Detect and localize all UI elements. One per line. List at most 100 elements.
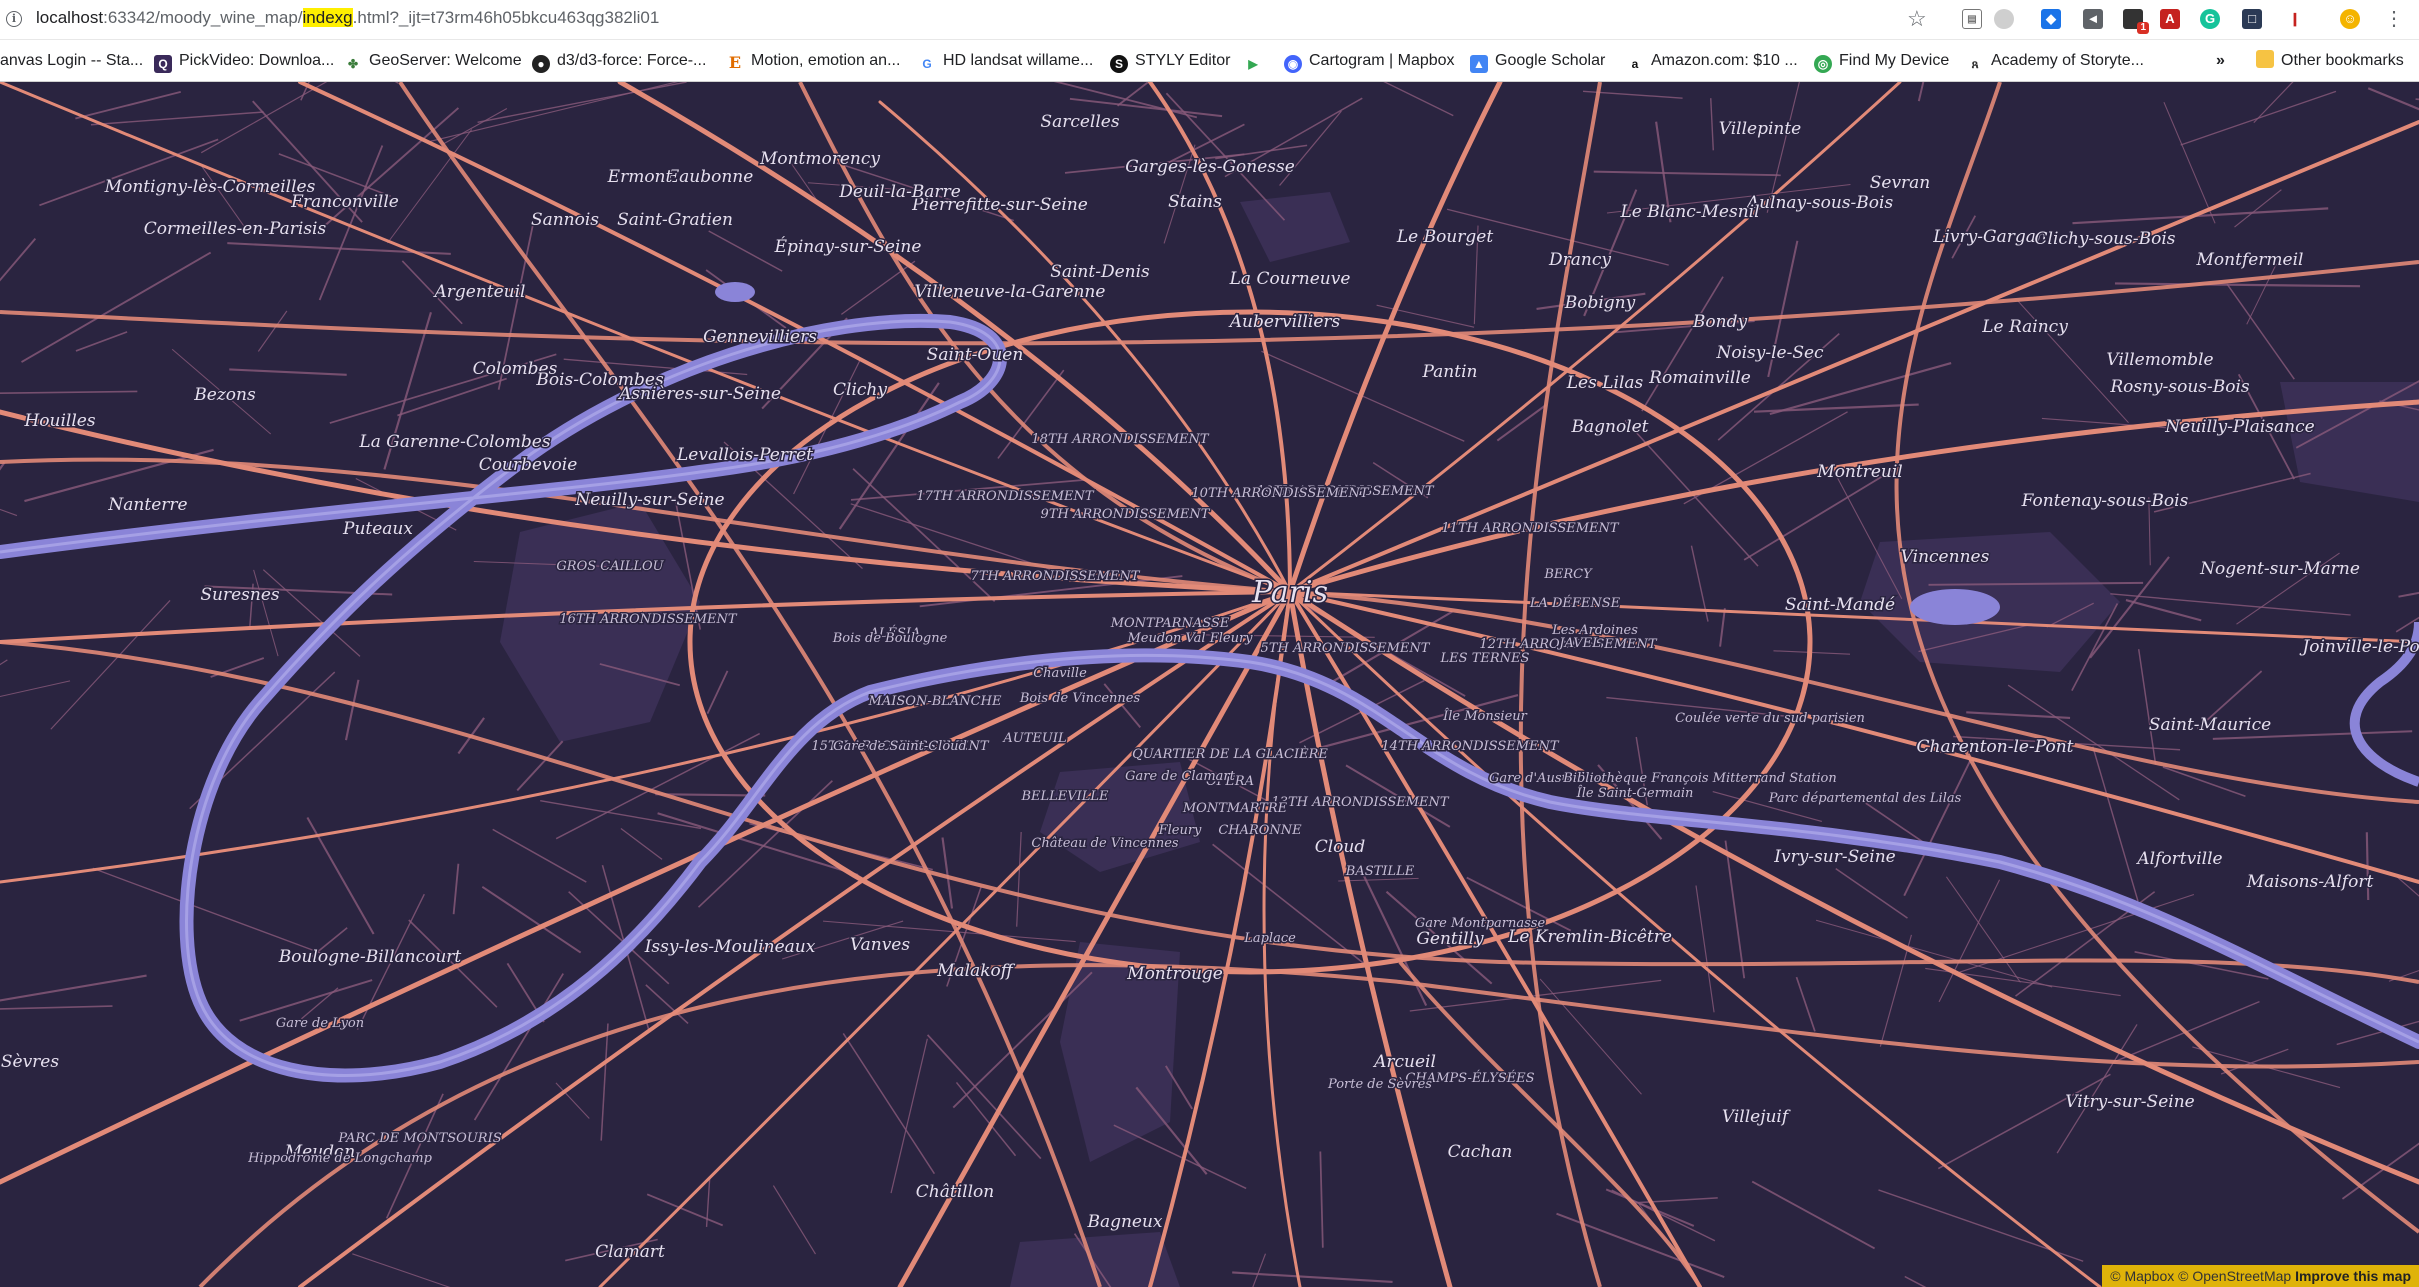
megaphone-extension-icon[interactable]: ◄ bbox=[2083, 9, 2103, 29]
place-label: Boulogne-Billancourt bbox=[278, 947, 462, 967]
place-label: Vitry-sur-Seine bbox=[2065, 1092, 2194, 1112]
minor-road bbox=[1945, 876, 2021, 983]
bookmark-motion-emotion[interactable]: E Motion, emotion an... bbox=[726, 50, 900, 72]
place-label: Bondy bbox=[1692, 312, 1748, 332]
bookmark-styly[interactable]: S STYLY Editor bbox=[1110, 50, 1230, 73]
minor-road bbox=[706, 670, 729, 715]
document-extension-icon[interactable]: ▤ bbox=[1962, 9, 1982, 29]
bookmark-star-icon[interactable]: ☆ bbox=[1907, 6, 1927, 32]
map-canvas[interactable]: Paris Argenteuil Saint-Denis Aubervilliers P… bbox=[0, 82, 2419, 1287]
bookmarks-bar: anvas Login -- Sta... Q PickVideo: Downlo… bbox=[0, 40, 2419, 82]
place-label: La Garenne-Colombes bbox=[358, 432, 550, 452]
place-label: Porte de Sèvres bbox=[1327, 1077, 1432, 1092]
bookmark-amazon[interactable]: a Amazon.com: $10 ... bbox=[1626, 50, 1798, 73]
bookmarks-overflow-chevron[interactable]: » bbox=[2216, 50, 2225, 72]
place-label: Nogent-sur-Marne bbox=[2199, 559, 2360, 579]
acrobat-extension-icon[interactable]: A bbox=[2160, 9, 2180, 29]
minor-road bbox=[1751, 1180, 1876, 1250]
osm-attribution-link[interactable]: © OpenStreetMap bbox=[2178, 1268, 2291, 1284]
minor-road bbox=[600, 1023, 609, 1141]
bookmark-label: PickVideo: Downloa... bbox=[179, 52, 335, 69]
other-bookmarks-folder[interactable]: Other bookmarks bbox=[2256, 50, 2404, 72]
place-label: Château de Vincennes bbox=[1031, 836, 1178, 851]
place-label: Gare de Saint-Cloud bbox=[833, 739, 967, 754]
place-label: Gare Montparnasse bbox=[1415, 916, 1546, 931]
profile-avatar-icon[interactable]: ☺ bbox=[2340, 9, 2360, 29]
bookmark-google-scholar[interactable]: ▲ Google Scholar bbox=[1470, 50, 1606, 73]
place-label: Laplace bbox=[1243, 931, 1296, 946]
bookmark-d3-force[interactable]: ● d3/d3-force: Force-... bbox=[532, 50, 706, 73]
bookmark-canvas[interactable]: anvas Login -- Sta... bbox=[0, 50, 143, 72]
minor-road bbox=[0, 508, 18, 517]
mapbox-attribution-link[interactable]: © Mapbox bbox=[2110, 1268, 2174, 1284]
place-label: Charenton-le-Pont bbox=[1917, 737, 2074, 757]
place-label: Vincennes bbox=[1901, 547, 1990, 567]
minor-road bbox=[2246, 263, 2277, 325]
bookmark-label: Google Scholar bbox=[1495, 52, 1606, 69]
place-label: Cormeilles-en-Parisis bbox=[144, 219, 327, 239]
minor-road bbox=[2163, 101, 2216, 224]
minor-road bbox=[0, 680, 71, 698]
map-svg[interactable]: Paris Argenteuil Saint-Denis Aubervilliers P… bbox=[0, 82, 2419, 1287]
info-icon[interactable]: i bbox=[6, 11, 22, 27]
minor-road bbox=[516, 740, 564, 792]
minor-road bbox=[1695, 885, 1715, 1013]
blue-extension-icon[interactable]: ◆ bbox=[2041, 9, 2061, 29]
place-label: Ivry-sur-Seine bbox=[1773, 847, 1896, 867]
major-road bbox=[1288, 590, 2102, 1287]
circle-extension-icon[interactable] bbox=[1994, 9, 2014, 29]
bookmark-cartogram[interactable]: ◉ Cartogram | Mapbox bbox=[1284, 50, 1455, 73]
place-label: Noisy-le-Sec bbox=[1715, 343, 1824, 363]
place-label: AUTEUIL bbox=[1002, 731, 1066, 746]
place-label: Bagneux bbox=[1086, 1212, 1162, 1232]
improve-map-link[interactable]: Improve this map bbox=[2295, 1268, 2411, 1284]
minor-road bbox=[300, 987, 339, 1020]
place-label: 11TH ARRONDISSEMENT bbox=[1441, 521, 1619, 536]
place-label: Courbevoie bbox=[479, 455, 578, 475]
place-label: Aulnay-sous-Bois bbox=[1745, 193, 1894, 213]
place-label: Livry-Gargan bbox=[1932, 227, 2047, 247]
place-label: Clamart bbox=[595, 1242, 665, 1262]
geoserver-icon: ✤ bbox=[344, 55, 362, 73]
minor-road bbox=[75, 90, 181, 120]
place-label: Gentilly bbox=[1416, 929, 1484, 949]
badged-extension-icon[interactable]: 1 bbox=[2123, 9, 2149, 34]
place-label: Asnières-sur-Seine bbox=[617, 384, 781, 404]
minor-road bbox=[352, 1253, 451, 1287]
place-label: BASTILLE bbox=[1345, 864, 1415, 879]
minor-road bbox=[1383, 82, 1454, 117]
place-label: Le Blanc-Mesnil bbox=[1619, 202, 1759, 222]
grammarly-extension-icon[interactable]: G bbox=[2200, 9, 2220, 29]
bookmark-find-my-device[interactable]: ◎ Find My Device bbox=[1814, 50, 1949, 73]
bookmark-geoserver[interactable]: ✤ GeoServer: Welcome bbox=[344, 50, 522, 73]
minor-road bbox=[481, 885, 582, 954]
place-label: Nanterre bbox=[107, 495, 187, 515]
mapbox-icon: ◉ bbox=[1284, 55, 1302, 73]
minor-road bbox=[1966, 711, 2071, 719]
place-label: Saint-Ouen bbox=[927, 345, 1024, 365]
minor-road bbox=[1835, 868, 1908, 919]
place-label: 9TH ARRONDISSEMENT bbox=[1041, 507, 1211, 522]
red-extension-icon[interactable]: ❙ bbox=[2285, 9, 2305, 29]
bookmark-pickvideo[interactable]: Q PickVideo: Downloa... bbox=[154, 50, 335, 73]
place-label: Châtillon bbox=[916, 1182, 994, 1202]
place-label: Pantin bbox=[1422, 362, 1478, 382]
place-label: LA DÉFENSE bbox=[1529, 595, 1621, 611]
pickvideo-icon: Q bbox=[154, 55, 172, 73]
bookmark-label: GeoServer: Welcome bbox=[369, 52, 522, 69]
bookmark-hd-landsat[interactable]: G HD landsat willame... bbox=[918, 50, 1093, 73]
dark-extension-icon[interactable]: □ bbox=[2242, 9, 2262, 29]
place-label: Le Bourget bbox=[1396, 227, 1493, 247]
place-label: Bezons bbox=[193, 385, 256, 405]
place-label: Neuilly-Plaisance bbox=[2164, 417, 2314, 437]
url-field[interactable]: localhost:63342/moody_wine_map/indexg.ht… bbox=[36, 8, 659, 28]
place-label: Montfermeil bbox=[2196, 250, 2304, 270]
bookmark-academy-storytelling[interactable]: ጸ Academy of Storyte... bbox=[1966, 50, 2144, 73]
bookmark-play[interactable]: ▶ bbox=[1244, 50, 1269, 73]
place-label: Clichy-sous-Bois bbox=[2035, 229, 2176, 249]
browser-menu-icon[interactable]: ⋮ bbox=[2384, 7, 2404, 31]
minor-road bbox=[2125, 599, 2202, 622]
place-label: Île Monsieur bbox=[1442, 708, 1528, 724]
place-label: CHARONNE bbox=[1218, 823, 1302, 838]
minor-road bbox=[842, 1033, 936, 1175]
